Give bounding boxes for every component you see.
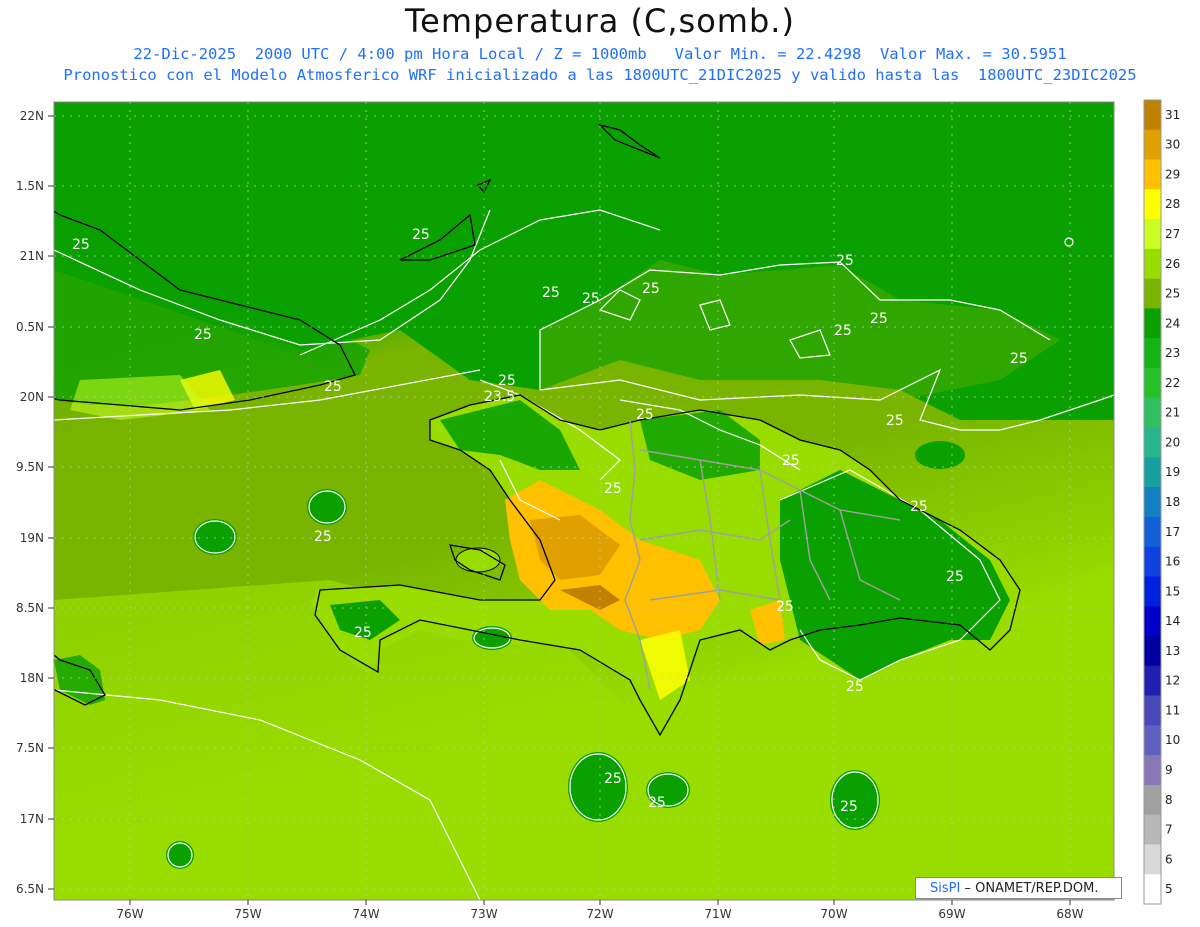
legend-swatch xyxy=(1144,219,1161,250)
legend-label: 29 xyxy=(1165,167,1180,181)
legend-swatch xyxy=(1144,844,1161,875)
legend-label: 24 xyxy=(1165,316,1180,330)
legend-label: 5 xyxy=(1165,882,1173,896)
legend-swatch xyxy=(1144,278,1161,309)
legend-label: 15 xyxy=(1165,584,1180,598)
legend-label: 26 xyxy=(1165,257,1180,271)
sispi-logo-text: SisPI xyxy=(930,881,961,896)
legend-swatch xyxy=(1144,397,1161,429)
legend-label: 10 xyxy=(1165,733,1180,747)
legend-label: 14 xyxy=(1165,614,1180,628)
legend-label: 18 xyxy=(1165,495,1180,509)
legend-label: 30 xyxy=(1165,138,1180,152)
legend-swatch xyxy=(1144,814,1161,845)
legend-swatch xyxy=(1144,308,1161,339)
legend-label: 23 xyxy=(1165,346,1180,360)
legend-swatch xyxy=(1144,546,1161,577)
credit-text: – ONAMET/REP.DOM. xyxy=(964,881,1099,896)
legend-label: 16 xyxy=(1165,555,1180,569)
legend-swatch xyxy=(1144,665,1161,697)
legend-label: 27 xyxy=(1165,227,1180,241)
legend-swatch xyxy=(1144,636,1161,667)
legend-label: 12 xyxy=(1165,674,1180,688)
legend-swatch xyxy=(1144,100,1161,131)
legend-label: 17 xyxy=(1165,525,1180,539)
legend-swatch xyxy=(1144,784,1161,816)
legend-swatch xyxy=(1144,755,1161,786)
legend-swatch xyxy=(1144,427,1161,458)
legend-swatch xyxy=(1144,606,1161,637)
legend-swatch xyxy=(1144,159,1161,190)
credit-box: SisPI – ONAMET/REP.DOM. xyxy=(915,877,1122,899)
legend-swatch xyxy=(1144,695,1161,726)
legend-swatch xyxy=(1144,368,1161,399)
legend-label: 7 xyxy=(1165,823,1173,837)
legend-swatch xyxy=(1144,248,1161,280)
legend-label: 11 xyxy=(1165,703,1180,717)
legend-label: 8 xyxy=(1165,793,1173,807)
legend-swatch xyxy=(1144,338,1161,369)
legend-label: 13 xyxy=(1165,644,1180,658)
legend-swatch xyxy=(1144,457,1161,488)
legend-label: 20 xyxy=(1165,435,1180,449)
legend-label: 9 xyxy=(1165,763,1173,777)
legend-swatch xyxy=(1144,725,1161,756)
legend-swatch xyxy=(1144,874,1161,905)
legend-label: 19 xyxy=(1165,465,1180,479)
legend-swatch xyxy=(1144,516,1161,548)
legend-label: 31 xyxy=(1165,108,1180,122)
color-scale-legend: 31 30 29 28 27 26 25 24 23 22 21 20 19 18 17 16 15 14 13 12… xyxy=(1143,99,1180,905)
legend-label: 25 xyxy=(1165,287,1180,301)
legend-swatch xyxy=(1144,576,1161,607)
legend-swatch xyxy=(1144,189,1161,220)
legend-swatch xyxy=(1144,487,1161,518)
legend-label: 22 xyxy=(1165,376,1180,390)
legend-label: 21 xyxy=(1165,406,1180,420)
legend-swatch xyxy=(1144,129,1161,161)
legend-label: 6 xyxy=(1165,852,1173,866)
legend-label: 28 xyxy=(1165,197,1180,211)
